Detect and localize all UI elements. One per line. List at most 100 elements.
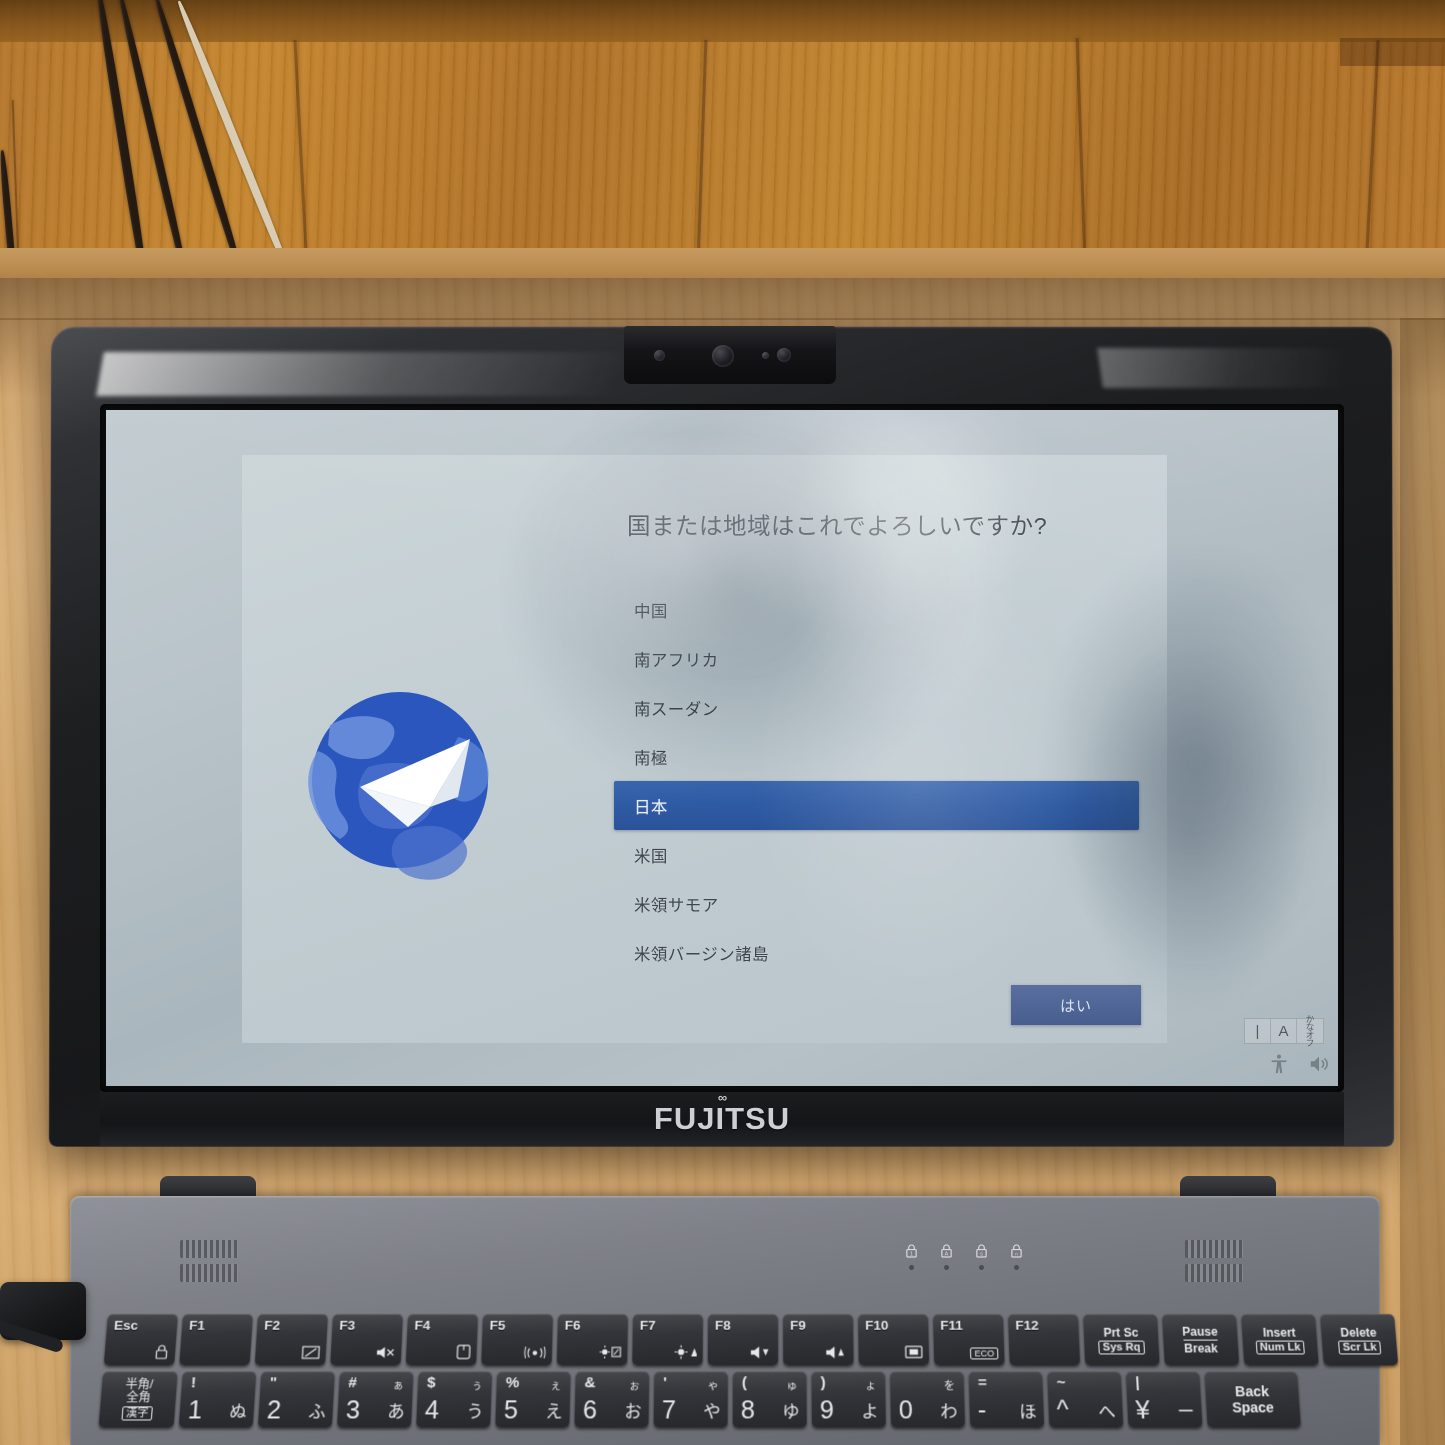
brand-name: FUJITSU	[653, 1101, 791, 1136]
key-shifted: $	[426, 1374, 436, 1392]
key-7[interactable]: ' 7 ゃ や	[653, 1371, 728, 1428]
ime-kana-indicator[interactable]: かな オフ	[1297, 1015, 1323, 1048]
key-kana-small: ぇ	[549, 1380, 562, 1393]
keyboard-function-row: Esc F1 F2 F3 F4 F5 F6 F7 F8 F9 F10 F11 E…	[103, 1314, 1403, 1366]
key-yen[interactable]: | ¥ ー	[1125, 1371, 1203, 1428]
key-shifted: !	[190, 1374, 197, 1392]
key-f10[interactable]: F10	[858, 1314, 930, 1366]
key-kana: ぬ	[228, 1402, 248, 1422]
key-f12[interactable]: F12	[1008, 1314, 1081, 1366]
key-label: 9	[819, 1396, 835, 1425]
key-shifted: (	[741, 1374, 747, 1392]
list-item-country[interactable]: 米領バージン諸島	[614, 928, 1139, 977]
key-kana: ほ	[1019, 1402, 1037, 1422]
list-item-country[interactable]: 米国	[614, 830, 1139, 879]
key-shifted: '	[663, 1374, 667, 1392]
key-f9[interactable]: F9	[783, 1314, 854, 1366]
list-item-country-selected[interactable]: 日本	[614, 781, 1139, 830]
key-0[interactable]: 0 を わ	[890, 1371, 966, 1428]
key-minus[interactable]: = - ほ	[968, 1371, 1045, 1428]
svg-text:A: A	[945, 1252, 949, 1258]
key-label: F1	[188, 1317, 206, 1333]
key-f5[interactable]: F5	[481, 1314, 553, 1366]
key-f4[interactable]: F4	[405, 1314, 478, 1366]
list-item-country[interactable]: 南アフリカ	[614, 634, 1139, 683]
key-kana-small: ょ	[864, 1380, 877, 1393]
list-item-country[interactable]: 米領サモア	[614, 879, 1139, 928]
key-shifted: "	[269, 1374, 278, 1392]
num-lock-indicator: 1	[905, 1243, 918, 1270]
key-hankaku-zenkaku[interactable]: 半角/ 全角 漢字	[98, 1371, 178, 1428]
ime-indicator-group[interactable]: | A かな オフ	[1244, 1015, 1324, 1048]
ime-mode-indicator[interactable]: A	[1271, 1019, 1297, 1043]
key-4[interactable]: $ 4 ぅ う	[416, 1371, 493, 1428]
key-f7[interactable]: F7	[632, 1314, 703, 1366]
list-item-country[interactable]: 南極	[614, 732, 1139, 781]
key-sublabel: Break	[1183, 1339, 1219, 1355]
key-insert-numlock[interactable]: Insert Num Lk	[1241, 1314, 1319, 1366]
key-f3[interactable]: F3	[330, 1314, 403, 1366]
country-region-list[interactable]: 中国 南アフリカ 南スーダン 南極 日本 米国 米領サモア 米領バージン諸島	[614, 585, 1139, 977]
speaker-grille-left	[180, 1264, 238, 1282]
key-label: F2	[263, 1317, 281, 1333]
key-label: 1	[187, 1396, 204, 1425]
key-f11[interactable]: F11 ECO	[933, 1314, 1005, 1366]
camera-lens-icon	[712, 345, 734, 367]
key-esc[interactable]: Esc	[103, 1314, 178, 1366]
scroll-lock-indicator: S	[975, 1243, 988, 1270]
key-sublabel: Scr Lk	[1338, 1340, 1382, 1354]
key-6[interactable]: & 6 ぉ お	[574, 1371, 650, 1428]
key-label: ^	[1056, 1396, 1070, 1425]
key-3[interactable]: # 3 ぁ あ	[336, 1371, 414, 1428]
key-sublabel: Num Lk	[1255, 1340, 1306, 1354]
key-kana: よ	[861, 1402, 879, 1422]
key-delete-scrlock[interactable]: Delete Scr Lk	[1320, 1314, 1399, 1366]
led-dot	[944, 1265, 949, 1270]
key-f2[interactable]: F2	[254, 1314, 328, 1366]
key-5[interactable]: % 5 ぇ え	[495, 1371, 571, 1428]
key-shifted: =	[977, 1374, 988, 1392]
key-1[interactable]: ! 1 ぬ	[178, 1371, 257, 1428]
key-label: Pause	[1181, 1324, 1219, 1339]
key-f1[interactable]: F1	[179, 1314, 253, 1366]
key-2[interactable]: " 2 ふ	[257, 1371, 335, 1428]
key-label: F11	[940, 1317, 964, 1333]
key-f8[interactable]: F8	[707, 1314, 779, 1366]
country-label: 南スーダン	[634, 700, 719, 719]
list-item-country[interactable]: 中国	[614, 585, 1139, 634]
lock-icon: S	[976, 1244, 987, 1258]
accessibility-icon[interactable]	[1266, 1051, 1292, 1077]
key-label: Esc	[113, 1317, 139, 1333]
key-shifted: |	[1134, 1374, 1141, 1392]
key-label-line1: Back	[1234, 1383, 1270, 1400]
volume-icon[interactable]	[1306, 1051, 1332, 1077]
key-print-screen[interactable]: Prt Sc Sys Rq	[1083, 1314, 1160, 1366]
accessibility-glyph	[1271, 1054, 1287, 1074]
list-item-country[interactable]: 南スーダン	[614, 683, 1139, 732]
lock-icon	[153, 1344, 169, 1360]
key-label: 0	[898, 1396, 914, 1425]
screen-toggle-icon	[301, 1346, 320, 1360]
led-dot	[1014, 1265, 1019, 1270]
key-label: F6	[564, 1317, 581, 1333]
laptop-screen: 国または地域はこれでよろしいですか? 中国 南アフリカ 南スーダン 南極 日本 …	[106, 410, 1338, 1086]
lock-icon: A	[941, 1244, 952, 1258]
ime-kana-line2: オフ	[1305, 1030, 1315, 1049]
globe-paper-plane-graphic	[252, 655, 552, 905]
key-backspace[interactable]: Back Space	[1204, 1371, 1301, 1428]
key-kana: ー	[1176, 1402, 1196, 1422]
confirm-yes-button[interactable]: はい	[1011, 985, 1141, 1025]
country-label: 米領バージン諸島	[634, 945, 769, 964]
ime-cursor-indicator[interactable]: |	[1245, 1019, 1271, 1043]
key-kana: え	[545, 1402, 563, 1422]
key-pause-break[interactable]: Pause Break	[1162, 1314, 1240, 1366]
caps-lock-indicator: A	[940, 1243, 953, 1270]
key-f6[interactable]: F6	[556, 1314, 628, 1366]
country-label: 米国	[634, 847, 668, 866]
key-label: 5	[503, 1396, 519, 1425]
key-kana: お	[624, 1402, 642, 1422]
key-8[interactable]: ( 8 ゅ ゆ	[732, 1371, 807, 1428]
key-9[interactable]: ) 9 ょ よ	[811, 1371, 886, 1428]
key-shifted: ~	[1056, 1374, 1066, 1392]
key-caret[interactable]: ~ ^ へ	[1047, 1371, 1124, 1428]
